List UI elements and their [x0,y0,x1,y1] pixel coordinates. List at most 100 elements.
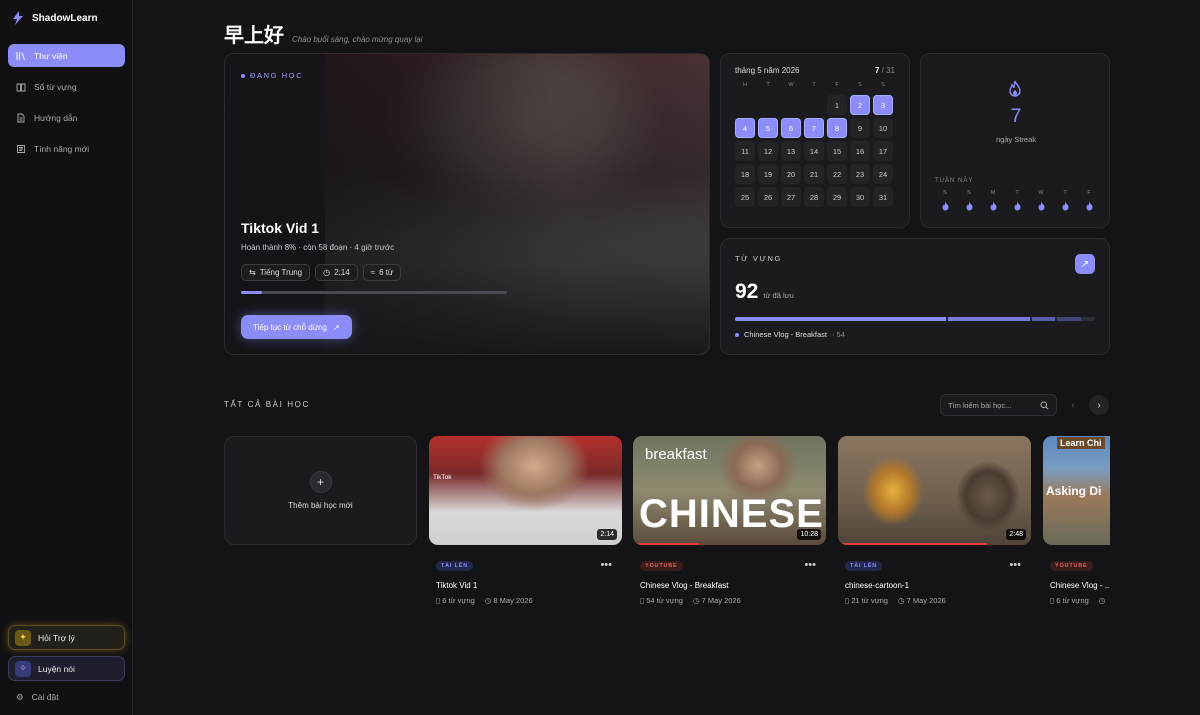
calendar-day[interactable]: 14 [804,141,824,161]
calendar-day[interactable]: 27 [781,187,801,207]
speaking-label: Luyện nói [38,663,75,674]
week-days: SSMTWTF [937,190,1097,213]
calendar-day-active[interactable]: 4 [735,118,755,138]
calendar-day-active[interactable]: 7 [804,118,824,138]
word-count-label: 21 từ vựng [851,596,888,605]
week-day-label: S [943,190,947,196]
calendar-day[interactable]: 11 [735,141,755,161]
calendar-day[interactable]: 9 [850,118,870,138]
vocab-segment [1057,317,1081,321]
lesson-card[interactable]: Learn Chi Asking Di YOUTUBE Chinese Vlog… [1043,436,1110,605]
calendar-total: / 31 [881,66,895,75]
calendar-day-active[interactable]: 8 [827,118,847,138]
word-count: ▯ 6 từ vựng [1050,596,1089,605]
plus-icon: + [309,471,332,493]
lesson-card-info: ▯ 6 từ vựng ◷ 8 May 2026 [436,596,622,605]
source-badge: TẢI LÊN [436,561,473,571]
calendar-day[interactable]: 26 [758,187,778,207]
more-options-icon[interactable]: ••• [804,559,816,571]
duration-badge: 10:28 [797,529,821,540]
app-logo[interactable]: ShadowLearn [10,10,98,26]
vocab-legend-item: Chinese Vlog - Breakfast · 54 [735,330,845,339]
calendar-day[interactable]: 25 [735,187,755,207]
legend-name: Chinese Vlog - Breakfast [744,330,827,339]
calendar-day[interactable]: 1 [827,95,847,115]
all-lessons-title: TẤT CẢ BÀI HỌC [224,400,310,409]
prev-page-button[interactable]: ‹ [1063,395,1083,415]
arrow-up-right-icon: ↗ [333,322,340,332]
sidebar-item-label: Hướng dẫn [34,112,78,123]
lesson-progress-fill [241,291,263,294]
calendar-day[interactable]: 29 [827,187,847,207]
calendar-day[interactable]: 21 [804,164,824,184]
calendar-blank [758,95,778,115]
word-count-label: 6 từ vựng [442,596,475,605]
lesson-thumbnail: TikTok 2:14 [429,436,622,545]
sidebar-item-vocab-book[interactable]: Sổ từ vựng [8,75,125,98]
calendar-month: tháng 5 năm 2026 [735,66,800,75]
continue-button[interactable]: Tiếp tục từ chỗ dừng ↗ [241,315,352,339]
calendar-day[interactable]: 16 [850,141,870,161]
lesson-card[interactable]: TikTok 2:14 TẢI LÊN ••• Tiktok Vid 1 ▯ 6… [429,436,622,605]
clock-icon: ◷ [692,596,702,605]
star-icon: ✧ [15,660,31,677]
thumbnail-headline: Asking Di [1046,484,1102,498]
calendar-day[interactable]: 12 [758,141,778,161]
lesson-carousel: TikTok 2:14 TẢI LÊN ••• Tiktok Vid 1 ▯ 6… [429,436,1110,616]
lesson-date: ◷ 7 May 2026 [898,596,946,605]
calendar-day[interactable]: 23 [850,164,870,184]
calendar-day[interactable]: 31 [873,187,893,207]
calendar-day-active[interactable]: 5 [758,118,778,138]
sidebar-item-guide[interactable]: Hướng dẫn [8,106,125,129]
lesson-thumbnail: Learn Chi Asking Di [1043,436,1110,545]
more-options-icon[interactable]: ••• [1009,559,1021,571]
speaking-practice-button[interactable]: ✧ Luyện nói [8,656,125,681]
open-vocab-button[interactable]: ↗ [1075,254,1095,274]
calendar-day-active[interactable]: 3 [873,95,893,115]
lesson-chips: ⇆ Tiếng Trung ◷ 2:14 ≈6 từ [241,264,402,281]
bolt-logo-icon [13,11,23,25]
calendar-day[interactable]: 13 [781,141,801,161]
sidebar-item-label: Thư viện [34,50,68,61]
calendar-day[interactable]: 20 [781,164,801,184]
weekday-label: T [812,82,816,88]
calendar-day-active[interactable]: 6 [781,118,801,138]
calendar-day[interactable]: 28 [804,187,824,207]
settings-button[interactable]: ⚙ Cài đặt [8,687,125,707]
next-page-button[interactable]: › [1089,395,1109,415]
search-icon[interactable] [1040,401,1049,410]
calendar-day[interactable]: 22 [827,164,847,184]
vocab-count-number: 92 [735,280,759,303]
calendar-day[interactable]: 24 [873,164,893,184]
lesson-card[interactable]: 2:48 TẢI LÊN ••• chinese-cartoon-1 ▯ 21 … [838,436,1031,605]
more-options-icon[interactable]: ••• [600,559,612,571]
calendar-day[interactable]: 30 [850,187,870,207]
sparkle-icon: ✦ [15,629,31,646]
week-day: S [937,190,953,213]
greeting-subtitle: Chào buổi sáng, chào mừng quay lại [292,35,423,44]
calendar-day[interactable]: 18 [735,164,755,184]
sidebar-item-library[interactable]: Thư viện [8,44,125,67]
duration-badge: 2:48 [1006,529,1026,540]
calendar-count: 7 / 31 [875,66,895,75]
week-day-label: T [1015,190,1019,196]
lesson-progress-bar [241,291,507,294]
assistant-button[interactable]: ✦ Hỏi Trợ lý [8,625,125,650]
calendar-day[interactable]: 10 [873,118,893,138]
lesson-search-input[interactable] [948,400,1038,410]
sidebar-item-whats-new[interactable]: Tính năng mới [8,137,125,160]
arrow-up-right-icon: ↗ [1080,258,1090,270]
calendar-day-active[interactable]: 2 [850,95,870,115]
flame-icon [966,201,972,211]
activity-calendar: tháng 5 năm 2026 7 / 31 HTWTFSS123456789… [720,53,910,228]
current-lesson-card[interactable]: ĐANG HỌC Tiktok Vid 1 Hoàn thành 8% · cò… [224,53,710,355]
lesson-card[interactable]: breakfast CHINESE 10:28 YOUTUBE ••• Chin… [633,436,826,605]
add-lesson-card[interactable]: + Thêm bài học mới [224,436,417,545]
clock-icon: ◷ [323,268,331,277]
flame-icon [1038,201,1044,211]
calendar-day[interactable]: 17 [873,141,893,161]
flame-icon [1086,201,1092,211]
calendar-day[interactable]: 15 [827,141,847,161]
weekday-label: F [835,82,839,88]
calendar-day[interactable]: 19 [758,164,778,184]
